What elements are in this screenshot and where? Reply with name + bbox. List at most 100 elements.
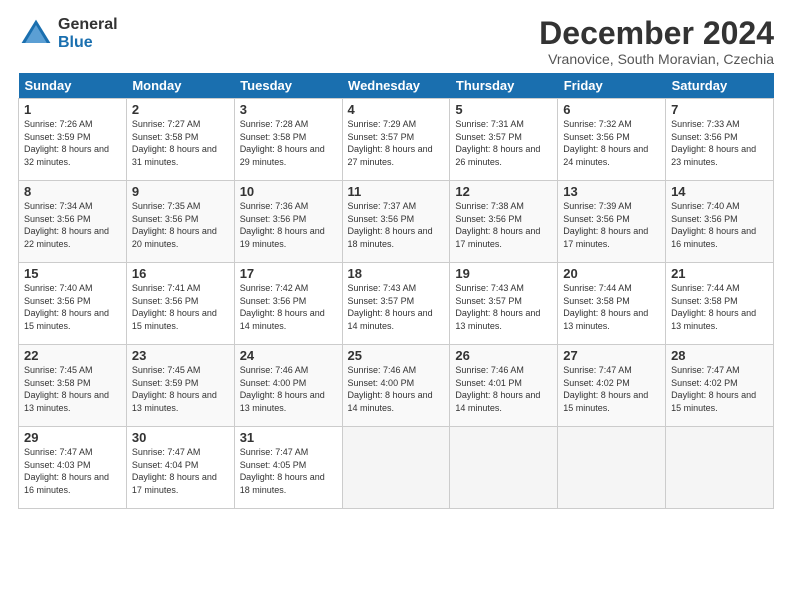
day-number: 13 [563, 184, 660, 199]
logo: General Blue [18, 16, 118, 52]
calendar-week-row: 8 Sunrise: 7:34 AM Sunset: 3:56 PM Dayli… [19, 181, 774, 263]
calendar-day: 20 Sunrise: 7:44 AM Sunset: 3:58 PM Dayl… [558, 263, 666, 345]
calendar-week-row: 29 Sunrise: 7:47 AM Sunset: 4:03 PM Dayl… [19, 427, 774, 509]
day-number: 22 [24, 348, 121, 363]
day-info: Sunrise: 7:40 AM Sunset: 3:56 PM Dayligh… [24, 282, 121, 332]
day-number: 14 [671, 184, 768, 199]
day-number: 11 [348, 184, 445, 199]
calendar-day: 19 Sunrise: 7:43 AM Sunset: 3:57 PM Dayl… [450, 263, 558, 345]
page-container: General Blue December 2024 Vranovice, So… [0, 0, 792, 519]
calendar-day: 1 Sunrise: 7:26 AM Sunset: 3:59 PM Dayli… [19, 99, 127, 181]
logo-general-text: General [58, 16, 118, 34]
day-info: Sunrise: 7:26 AM Sunset: 3:59 PM Dayligh… [24, 118, 121, 168]
day-number: 17 [240, 266, 337, 281]
day-info: Sunrise: 7:44 AM Sunset: 3:58 PM Dayligh… [563, 282, 660, 332]
calendar-day: 4 Sunrise: 7:29 AM Sunset: 3:57 PM Dayli… [342, 99, 450, 181]
day-number: 10 [240, 184, 337, 199]
header-friday: Friday [558, 73, 666, 99]
calendar-day: 2 Sunrise: 7:27 AM Sunset: 3:58 PM Dayli… [126, 99, 234, 181]
day-number: 23 [132, 348, 229, 363]
day-info: Sunrise: 7:36 AM Sunset: 3:56 PM Dayligh… [240, 200, 337, 250]
calendar-table: Sunday Monday Tuesday Wednesday Thursday… [18, 73, 774, 509]
day-info: Sunrise: 7:41 AM Sunset: 3:56 PM Dayligh… [132, 282, 229, 332]
calendar-day: 26 Sunrise: 7:46 AM Sunset: 4:01 PM Dayl… [450, 345, 558, 427]
day-number: 1 [24, 102, 121, 117]
day-number: 3 [240, 102, 337, 117]
header-sunday: Sunday [19, 73, 127, 99]
calendar-day: 6 Sunrise: 7:32 AM Sunset: 3:56 PM Dayli… [558, 99, 666, 181]
calendar-day: 23 Sunrise: 7:45 AM Sunset: 3:59 PM Dayl… [126, 345, 234, 427]
day-info: Sunrise: 7:35 AM Sunset: 3:56 PM Dayligh… [132, 200, 229, 250]
calendar-day: 31 Sunrise: 7:47 AM Sunset: 4:05 PM Dayl… [234, 427, 342, 509]
title-block: December 2024 Vranovice, South Moravian,… [539, 16, 774, 67]
calendar-day: 29 Sunrise: 7:47 AM Sunset: 4:03 PM Dayl… [19, 427, 127, 509]
calendar-day: 8 Sunrise: 7:34 AM Sunset: 3:56 PM Dayli… [19, 181, 127, 263]
day-info: Sunrise: 7:33 AM Sunset: 3:56 PM Dayligh… [671, 118, 768, 168]
calendar-day: 3 Sunrise: 7:28 AM Sunset: 3:58 PM Dayli… [234, 99, 342, 181]
calendar-day: 5 Sunrise: 7:31 AM Sunset: 3:57 PM Dayli… [450, 99, 558, 181]
logo-text: General Blue [58, 16, 118, 51]
calendar-day: 24 Sunrise: 7:46 AM Sunset: 4:00 PM Dayl… [234, 345, 342, 427]
day-number: 19 [455, 266, 552, 281]
calendar-day: 15 Sunrise: 7:40 AM Sunset: 3:56 PM Dayl… [19, 263, 127, 345]
calendar-day [558, 427, 666, 509]
day-number: 27 [563, 348, 660, 363]
day-info: Sunrise: 7:39 AM Sunset: 3:56 PM Dayligh… [563, 200, 660, 250]
day-info: Sunrise: 7:45 AM Sunset: 3:58 PM Dayligh… [24, 364, 121, 414]
day-number: 12 [455, 184, 552, 199]
day-number: 4 [348, 102, 445, 117]
header: General Blue December 2024 Vranovice, So… [18, 16, 774, 67]
day-info: Sunrise: 7:37 AM Sunset: 3:56 PM Dayligh… [348, 200, 445, 250]
day-number: 25 [348, 348, 445, 363]
day-info: Sunrise: 7:43 AM Sunset: 3:57 PM Dayligh… [348, 282, 445, 332]
day-number: 20 [563, 266, 660, 281]
day-info: Sunrise: 7:47 AM Sunset: 4:03 PM Dayligh… [24, 446, 121, 496]
header-wednesday: Wednesday [342, 73, 450, 99]
calendar-day: 30 Sunrise: 7:47 AM Sunset: 4:04 PM Dayl… [126, 427, 234, 509]
month-title: December 2024 [539, 16, 774, 51]
day-number: 24 [240, 348, 337, 363]
calendar-day [666, 427, 774, 509]
day-number: 28 [671, 348, 768, 363]
calendar-day: 21 Sunrise: 7:44 AM Sunset: 3:58 PM Dayl… [666, 263, 774, 345]
header-monday: Monday [126, 73, 234, 99]
calendar-week-row: 22 Sunrise: 7:45 AM Sunset: 3:58 PM Dayl… [19, 345, 774, 427]
day-number: 6 [563, 102, 660, 117]
logo-blue-text: Blue [58, 34, 118, 52]
calendar-day: 27 Sunrise: 7:47 AM Sunset: 4:02 PM Dayl… [558, 345, 666, 427]
calendar-day: 13 Sunrise: 7:39 AM Sunset: 3:56 PM Dayl… [558, 181, 666, 263]
logo-icon [18, 16, 54, 52]
calendar-day: 28 Sunrise: 7:47 AM Sunset: 4:02 PM Dayl… [666, 345, 774, 427]
header-saturday: Saturday [666, 73, 774, 99]
calendar-day: 7 Sunrise: 7:33 AM Sunset: 3:56 PM Dayli… [666, 99, 774, 181]
day-number: 29 [24, 430, 121, 445]
day-info: Sunrise: 7:47 AM Sunset: 4:04 PM Dayligh… [132, 446, 229, 496]
day-number: 5 [455, 102, 552, 117]
day-info: Sunrise: 7:29 AM Sunset: 3:57 PM Dayligh… [348, 118, 445, 168]
day-info: Sunrise: 7:44 AM Sunset: 3:58 PM Dayligh… [671, 282, 768, 332]
day-number: 26 [455, 348, 552, 363]
day-info: Sunrise: 7:40 AM Sunset: 3:56 PM Dayligh… [671, 200, 768, 250]
calendar-day [450, 427, 558, 509]
header-thursday: Thursday [450, 73, 558, 99]
calendar-day: 22 Sunrise: 7:45 AM Sunset: 3:58 PM Dayl… [19, 345, 127, 427]
header-tuesday: Tuesday [234, 73, 342, 99]
days-header-row: Sunday Monday Tuesday Wednesday Thursday… [19, 73, 774, 99]
day-info: Sunrise: 7:32 AM Sunset: 3:56 PM Dayligh… [563, 118, 660, 168]
calendar-day: 10 Sunrise: 7:36 AM Sunset: 3:56 PM Dayl… [234, 181, 342, 263]
day-number: 31 [240, 430, 337, 445]
calendar-day [342, 427, 450, 509]
day-info: Sunrise: 7:31 AM Sunset: 3:57 PM Dayligh… [455, 118, 552, 168]
day-number: 8 [24, 184, 121, 199]
calendar-day: 25 Sunrise: 7:46 AM Sunset: 4:00 PM Dayl… [342, 345, 450, 427]
calendar-week-row: 1 Sunrise: 7:26 AM Sunset: 3:59 PM Dayli… [19, 99, 774, 181]
day-number: 2 [132, 102, 229, 117]
day-number: 30 [132, 430, 229, 445]
day-info: Sunrise: 7:47 AM Sunset: 4:02 PM Dayligh… [671, 364, 768, 414]
calendar-week-row: 15 Sunrise: 7:40 AM Sunset: 3:56 PM Dayl… [19, 263, 774, 345]
day-info: Sunrise: 7:46 AM Sunset: 4:01 PM Dayligh… [455, 364, 552, 414]
day-number: 18 [348, 266, 445, 281]
calendar-day: 9 Sunrise: 7:35 AM Sunset: 3:56 PM Dayli… [126, 181, 234, 263]
location: Vranovice, South Moravian, Czechia [539, 51, 774, 67]
day-info: Sunrise: 7:46 AM Sunset: 4:00 PM Dayligh… [240, 364, 337, 414]
